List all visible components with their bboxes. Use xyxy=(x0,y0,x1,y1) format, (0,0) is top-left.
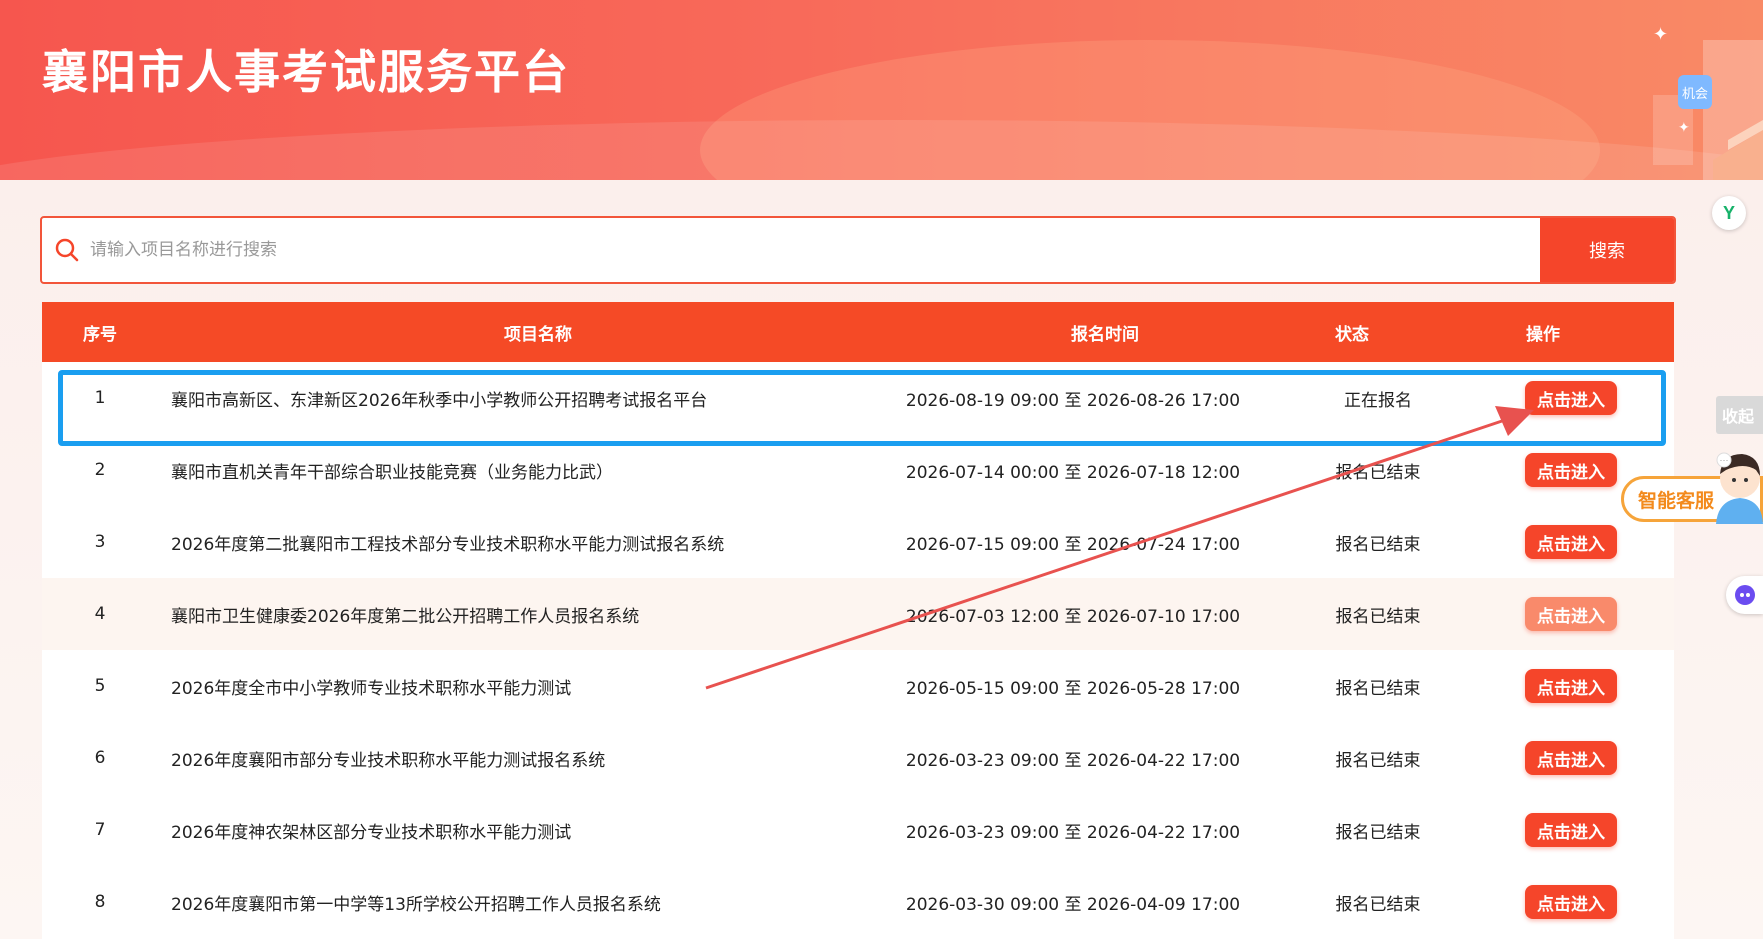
registration-time: 2026-03-23 09:00 至 2026-04-22 17:00 xyxy=(905,822,1241,843)
row-number: 5 xyxy=(94,676,106,696)
status-text: 报名已结束 xyxy=(1335,534,1421,555)
enter-button[interactable]: 点击进入 xyxy=(1525,669,1617,703)
search-icon xyxy=(55,238,79,262)
table-row: 7 2026年度神农架林区部分专业技术职称水平能力测试 2026-03-23 0… xyxy=(42,794,1674,866)
status-text: 报名已结束 xyxy=(1335,894,1421,915)
registration-time: 2026-08-19 09:00 至 2026-08-26 17:00 xyxy=(905,390,1241,411)
enter-button[interactable]: 点击进入 xyxy=(1525,741,1617,775)
search-bar: 搜索 xyxy=(40,216,1676,284)
search-input[interactable] xyxy=(82,218,1540,282)
svg-text:✦: ✦ xyxy=(1678,119,1690,135)
column-header-status: 状态 xyxy=(1335,324,1369,345)
yuque-icon[interactable]: Y xyxy=(1712,196,1746,230)
customer-service-avatar-icon: ··· xyxy=(1716,452,1763,524)
status-text: 报名已结束 xyxy=(1335,678,1421,699)
status-text: 报名已结束 xyxy=(1335,462,1421,483)
table-row: 3 2026年度第二批襄阳市工程技术部分专业技术职称水平能力测试报名系统 202… xyxy=(42,506,1674,578)
collapse-tab[interactable]: 收起 xyxy=(1716,396,1763,434)
row-number: 1 xyxy=(94,388,106,408)
table-row: 8 2026年度襄阳市第一中学等13所学校公开招聘工作人员报名系统 2026-0… xyxy=(42,866,1674,938)
project-name: 2026年度襄阳市第一中学等13所学校公开招聘工作人员报名系统 xyxy=(171,894,661,915)
row-number: 3 xyxy=(94,532,106,552)
project-name: 2026年度襄阳市部分专业技术职称水平能力测试报名系统 xyxy=(171,750,606,771)
column-header-name: 项目名称 xyxy=(504,324,572,345)
column-header-time: 报名时间 xyxy=(1071,324,1139,345)
table-row: 1 襄阳市高新区、东津新区2026年秋季中小学教师公开招聘考试报名平台 2026… xyxy=(42,362,1674,434)
row-number: 7 xyxy=(94,820,106,840)
status-text: 报名已结束 xyxy=(1335,750,1421,771)
row-number: 4 xyxy=(94,604,106,624)
registration-time: 2026-03-23 09:00 至 2026-04-22 17:00 xyxy=(905,750,1241,771)
enter-button[interactable]: 点击进入 xyxy=(1525,525,1617,559)
project-name: 2026年度第二批襄阳市工程技术部分专业技术职称水平能力测试报名系统 xyxy=(171,534,725,555)
table-row: 4 襄阳市卫生健康委2026年度第二批公开招聘工作人员报名系统 2026-07-… xyxy=(42,578,1674,650)
status-text: 正在报名 xyxy=(1344,390,1412,411)
project-name: 襄阳市高新区、东津新区2026年秋季中小学教师公开招聘考试报名平台 xyxy=(171,390,708,411)
status-text: 报名已结束 xyxy=(1335,822,1421,843)
svg-text:✦: ✦ xyxy=(1653,24,1668,44)
registration-time: 2026-05-15 09:00 至 2026-05-28 17:00 xyxy=(905,678,1241,699)
project-name: 襄阳市卫生健康委2026年度第二批公开招聘工作人员报名系统 xyxy=(171,606,640,627)
stairs-decoration-icon: 机会 ✦ ✦ xyxy=(1653,24,1763,180)
enter-button[interactable]: 点击进入 xyxy=(1525,597,1617,631)
row-number: 2 xyxy=(94,460,106,480)
svg-text:···: ··· xyxy=(1720,455,1729,465)
registration-time: 2026-03-30 09:00 至 2026-04-09 17:00 xyxy=(905,894,1241,915)
table-row: 2 襄阳市直机关青年干部综合职业技能竞赛（业务能力比武） 2026-07-14 … xyxy=(42,434,1674,506)
project-table: 序号 项目名称 报名时间 状态 操作 1 襄阳市高新区、东津新区2026年秋季中… xyxy=(42,302,1674,939)
page-title: 襄阳市人事考试服务平台 xyxy=(42,45,570,99)
registration-time: 2026-07-15 09:00 至 2026-07-24 17:00 xyxy=(905,534,1241,555)
table-row: 6 2026年度襄阳市部分专业技术职称水平能力测试报名系统 2026-03-23… xyxy=(42,722,1674,794)
enter-button[interactable]: 点击进入 xyxy=(1525,885,1617,919)
enter-button[interactable]: 点击进入 xyxy=(1525,813,1617,847)
row-number: 8 xyxy=(94,892,106,912)
project-name: 2026年度全市中小学教师专业技术职称水平能力测试 xyxy=(171,678,572,699)
row-number: 6 xyxy=(94,748,106,768)
registration-time: 2026-07-03 12:00 至 2026-07-10 17:00 xyxy=(905,606,1241,627)
deco-badge-text: 机会 xyxy=(1682,87,1708,102)
table-header: 序号 项目名称 报名时间 状态 操作 xyxy=(42,302,1674,362)
enter-button[interactable]: 点击进入 xyxy=(1525,381,1617,415)
project-name: 2026年度神农架林区部分专业技术职称水平能力测试 xyxy=(171,822,572,843)
collapse-label: 收起 xyxy=(1722,409,1755,426)
enter-button[interactable]: 点击进入 xyxy=(1525,453,1617,487)
status-text: 报名已结束 xyxy=(1335,606,1421,627)
registration-time: 2026-07-14 00:00 至 2026-07-18 12:00 xyxy=(905,462,1241,483)
project-name: 襄阳市直机关青年干部综合职业技能竞赛（业务能力比武） xyxy=(171,462,613,483)
search-button[interactable]: 搜索 xyxy=(1540,218,1674,282)
header-banner: 襄阳市人事考试服务平台 机会 ✦ ✦ xyxy=(0,0,1763,180)
column-header-no: 序号 xyxy=(83,324,117,345)
table-row: 5 2026年度全市中小学教师专业技术职称水平能力测试 2026-05-15 0… xyxy=(42,650,1674,722)
column-header-action: 操作 xyxy=(1526,324,1560,345)
ai-assistant-icon[interactable] xyxy=(1726,576,1763,614)
